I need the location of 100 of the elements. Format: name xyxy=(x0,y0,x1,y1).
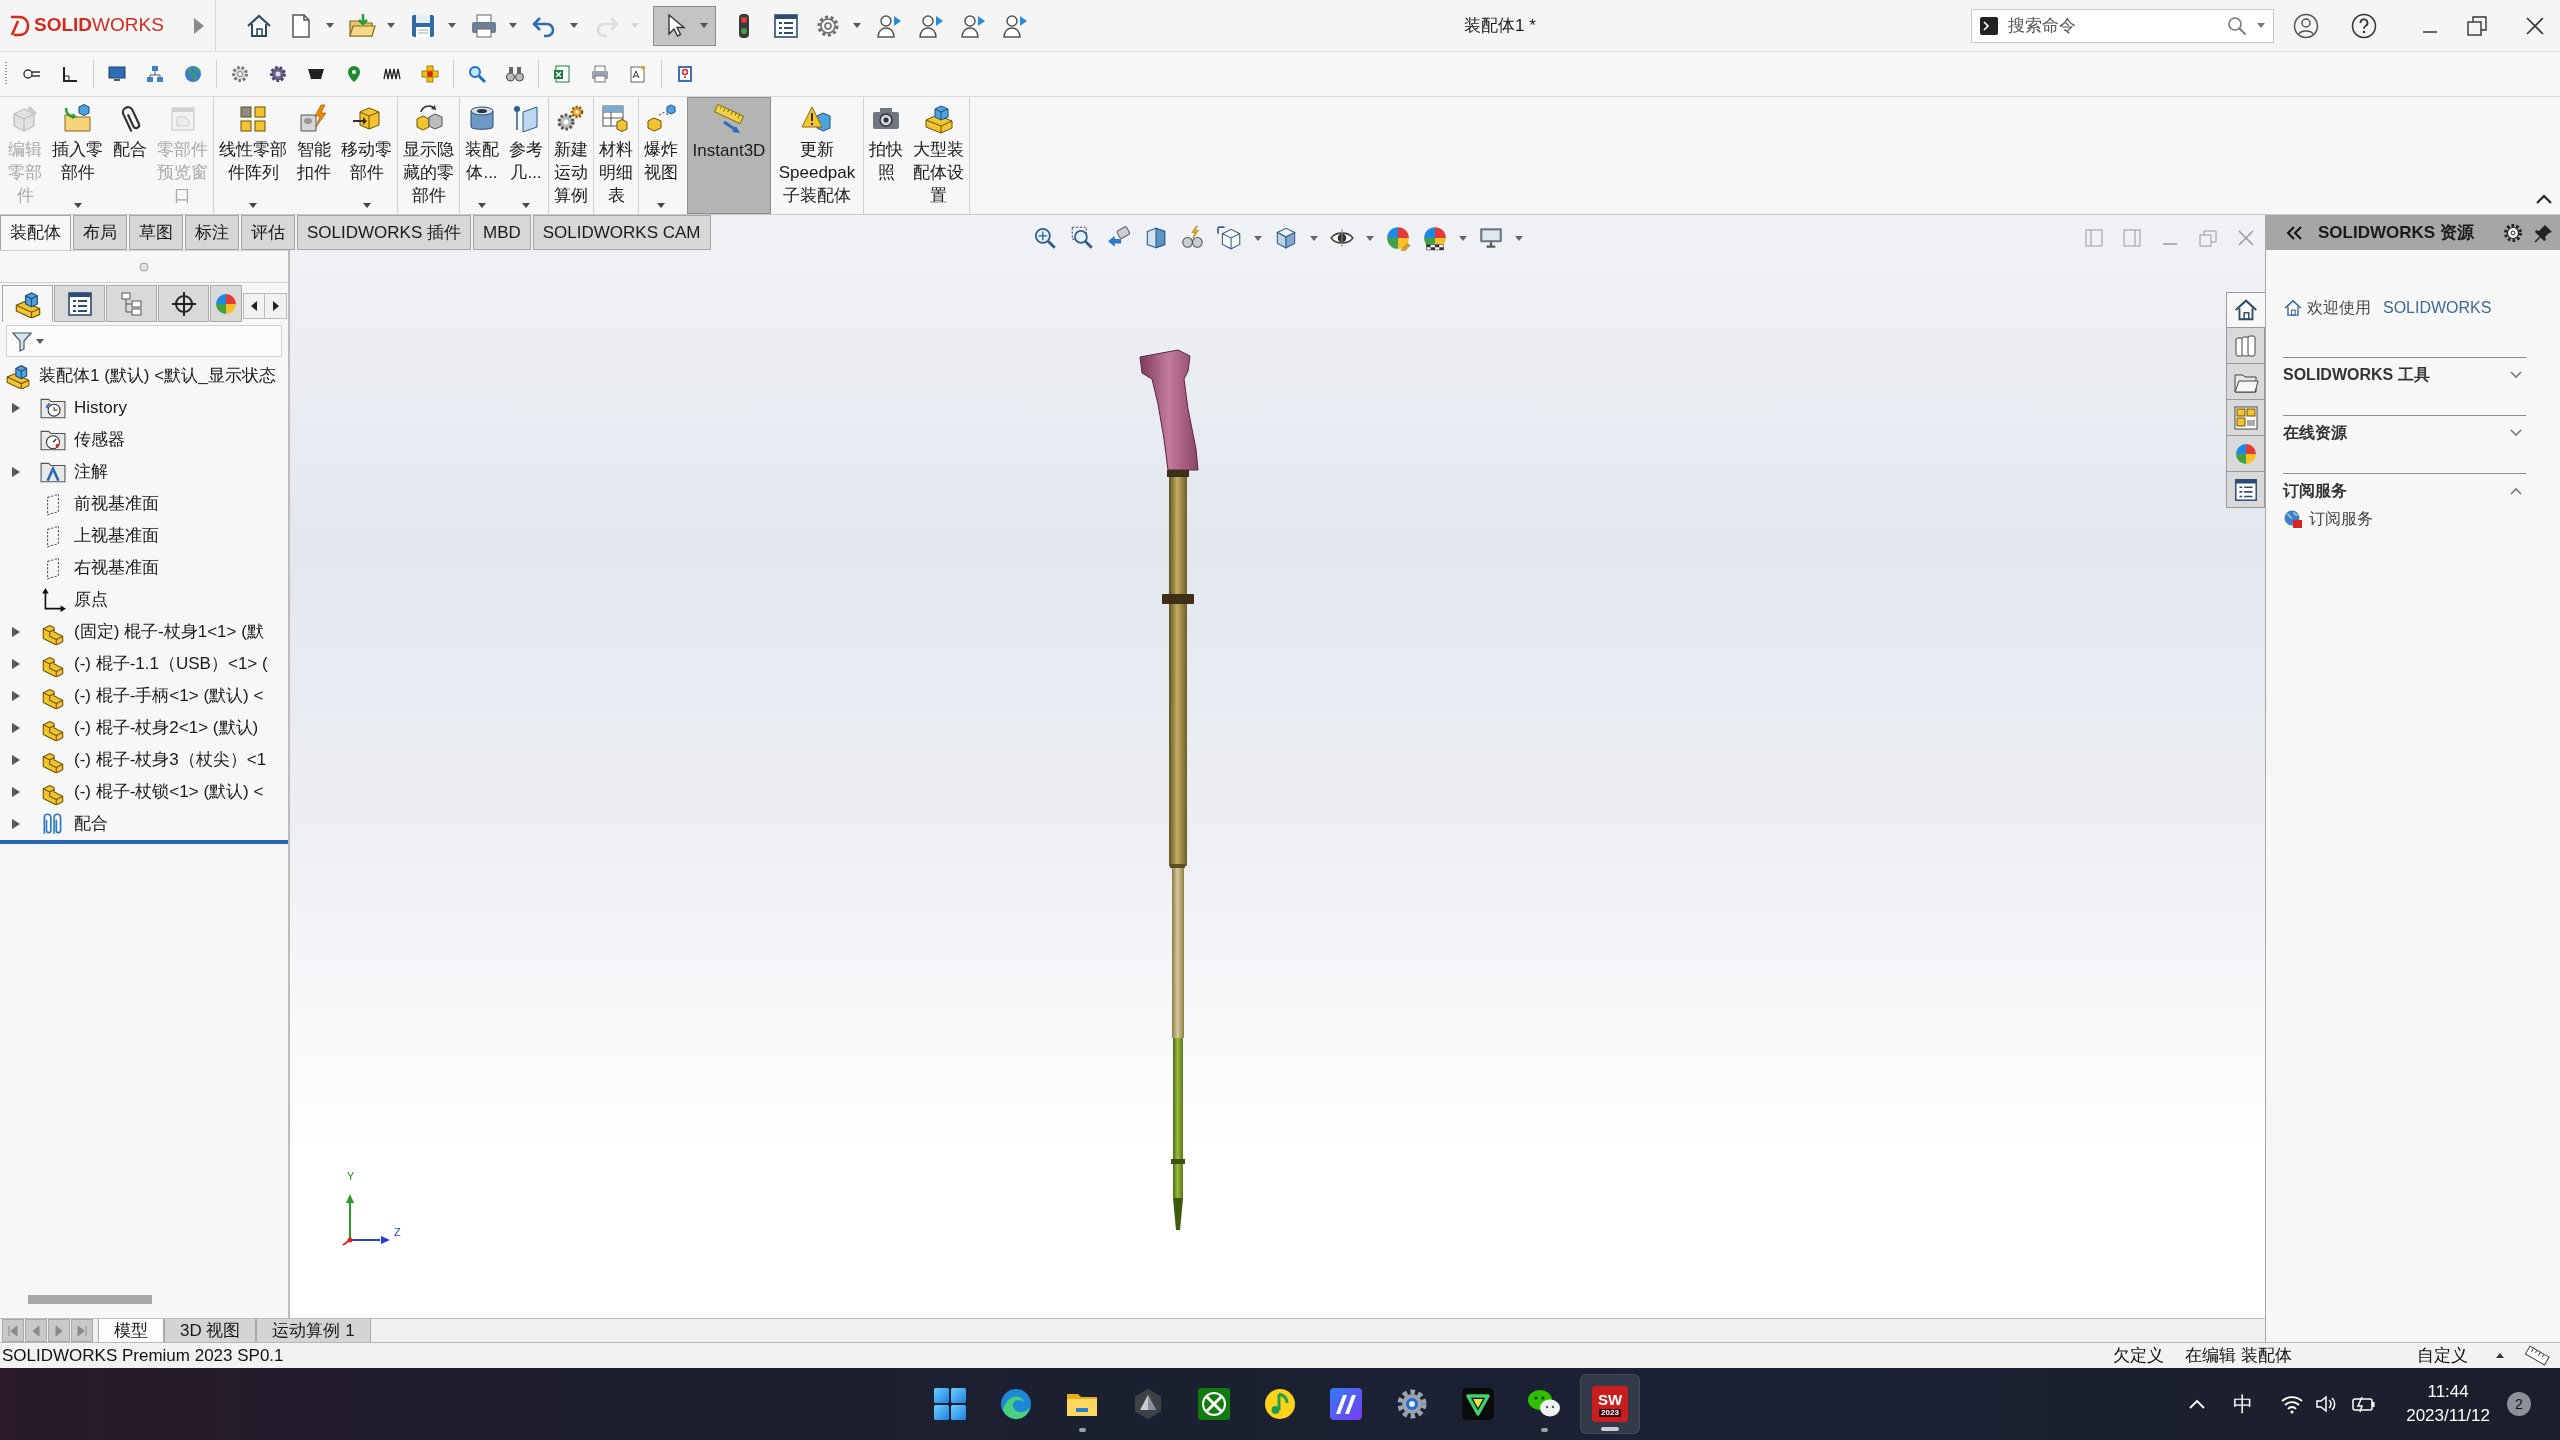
tree-item[interactable]: 上视基准面 xyxy=(40,523,159,549)
sheet-tab[interactable]: 运动算例 1 xyxy=(256,1319,371,1342)
smart-fasteners-button[interactable]: 智能扣件 xyxy=(292,97,336,214)
caret-icon[interactable] xyxy=(2496,1353,2504,1358)
update-speedpak-button[interactable]: 更新Speedpak子装配体 xyxy=(771,97,863,214)
expand-arrow-icon[interactable] xyxy=(12,403,20,413)
command-tab[interactable]: SOLIDWORKS 插件 xyxy=(297,215,471,250)
caret-icon[interactable] xyxy=(1254,235,1262,241)
collapse-handle-icon[interactable] xyxy=(139,261,149,272)
command-tab[interactable]: 评估 xyxy=(241,215,295,250)
tree-item[interactable]: 配合 xyxy=(40,811,108,837)
text-document-icon[interactable] xyxy=(628,64,648,84)
expand-arrow-icon[interactable] xyxy=(12,787,20,797)
insert-component-button[interactable]: 插入零部件 xyxy=(47,97,108,214)
linear-pattern-button[interactable]: 线性零部件阵列 xyxy=(214,97,292,214)
notification-badge[interactable]: 2 xyxy=(2507,1392,2531,1416)
expand-arrow-icon[interactable] xyxy=(12,755,20,765)
cog-icon[interactable] xyxy=(268,64,288,84)
tree-item[interactable]: 传感器 xyxy=(40,427,125,453)
scroll-left-button[interactable] xyxy=(243,292,265,319)
pin-icon[interactable] xyxy=(2534,222,2554,243)
spreadsheet-icon[interactable] xyxy=(552,64,572,84)
expand-arrow-icon[interactable] xyxy=(12,691,20,701)
speaker-icon[interactable] xyxy=(2315,1394,2338,1414)
double-chevron-left-icon[interactable] xyxy=(2286,225,2302,240)
command-tab[interactable]: 装配体 xyxy=(0,215,71,250)
book-icon[interactable] xyxy=(675,64,695,84)
tile-left-icon[interactable] xyxy=(2085,229,2103,247)
mate-button[interactable]: 配合 xyxy=(108,97,152,214)
printer-icon[interactable] xyxy=(590,64,610,84)
task-pane-tab[interactable] xyxy=(2226,364,2265,400)
sheet-tab[interactable]: 3D 视图 xyxy=(164,1319,257,1342)
tree-item[interactable]: (-) 棍子-手柄<1> (默认) < xyxy=(40,683,264,709)
input-method-indicator[interactable]: 中 xyxy=(2233,1389,2254,1419)
magnifier-box-icon[interactable] xyxy=(1069,225,1095,251)
caret-icon[interactable] xyxy=(1515,235,1523,241)
search-field[interactable]: 搜索命令 xyxy=(1971,8,2274,43)
bom-button[interactable]: 材料明细表 xyxy=(594,97,638,214)
clock-time[interactable]: 11:44 xyxy=(2427,1380,2469,1404)
battery-icon[interactable] xyxy=(2352,1395,2377,1413)
tree-item[interactable]: 原点 xyxy=(40,587,108,613)
select-button[interactable] xyxy=(653,5,716,46)
expand-arrow-icon[interactable] xyxy=(12,819,20,829)
tree-item[interactable]: 右视基准面 xyxy=(40,555,159,581)
tree-item[interactable]: (-) 棍子-1.1（USB）<1> ( xyxy=(40,651,268,677)
panel-tab[interactable] xyxy=(54,285,105,322)
tree-item[interactable]: (固定) 棍子-杖身1<1> (默 xyxy=(40,619,264,645)
menu-arrow-icon[interactable] xyxy=(193,16,205,35)
expand-arrow-icon[interactable] xyxy=(12,627,20,637)
section-title[interactable]: 订阅服务 xyxy=(2283,479,2347,503)
command-tab[interactable]: MBD xyxy=(472,215,531,250)
magnifier-crosshair-icon[interactable] xyxy=(1032,225,1058,251)
large-assembly-settings-button[interactable]: 大型装配体设置 xyxy=(908,97,969,214)
chevron-down-icon[interactable] xyxy=(2510,371,2522,379)
binoculars-icon[interactable] xyxy=(505,64,525,84)
chevron-down-icon[interactable] xyxy=(2510,429,2522,437)
user-icon[interactable] xyxy=(2293,12,2319,39)
shaded-cube-icon[interactable] xyxy=(1273,225,1299,251)
instant3d-button[interactable]: Instant3D xyxy=(687,97,771,214)
section-title[interactable]: SOLIDWORKS 工具 xyxy=(2283,363,2430,387)
command-tab[interactable]: 布局 xyxy=(73,215,127,250)
binoculars-bolt-icon[interactable] xyxy=(1180,225,1206,251)
search-icon[interactable] xyxy=(2227,15,2247,36)
clock-date[interactable]: 2023/11/12 xyxy=(2406,1404,2490,1428)
caret-icon[interactable] xyxy=(1310,235,1318,241)
restore-icon[interactable] xyxy=(2467,15,2487,36)
search-input[interactable]: 搜索命令 xyxy=(2008,9,2217,42)
filter-field[interactable] xyxy=(6,325,282,357)
caret-icon[interactable] xyxy=(1459,235,1467,241)
scrollbar-thumb[interactable] xyxy=(28,1295,152,1304)
units-selector[interactable]: 自定义 xyxy=(2417,1342,2468,1369)
expand-arrow-icon[interactable] xyxy=(12,659,20,669)
panel-tab[interactable] xyxy=(2,285,53,322)
tree-item[interactable]: (-) 棍子-杖锁<1> (默认) < xyxy=(40,779,264,805)
section-title[interactable]: 在线资源 xyxy=(2283,421,2347,445)
tree-item[interactable]: 前视基准面 xyxy=(40,491,159,517)
move-component-button[interactable]: 移动零部件 xyxy=(336,97,397,214)
exploded-view-button[interactable]: 爆炸视图 xyxy=(639,97,683,214)
command-tab[interactable]: SOLIDWORKS CAM xyxy=(532,215,711,250)
task-pane-tab[interactable] xyxy=(2226,472,2265,508)
tree-item[interactable]: History xyxy=(40,395,127,421)
expand-arrow-icon[interactable] xyxy=(12,723,20,733)
network-icon[interactable] xyxy=(145,64,165,84)
show-hidden-button[interactable]: 显示隐藏的零部件 xyxy=(398,97,459,214)
angle-icon[interactable] xyxy=(60,64,80,84)
tile-right-icon[interactable] xyxy=(2123,229,2141,247)
help-icon[interactable] xyxy=(2351,12,2377,39)
globe-icon[interactable] xyxy=(183,64,203,84)
cube-outline-icon[interactable] xyxy=(1217,225,1243,251)
caret-icon[interactable] xyxy=(1366,235,1374,241)
snapshot-button[interactable]: 拍快照 xyxy=(864,97,908,214)
assembly-features-button[interactable]: 装配体... xyxy=(460,97,504,214)
wifi-icon[interactable] xyxy=(2280,1394,2305,1414)
gear-icon[interactable] xyxy=(230,64,250,84)
tree-item[interactable]: (-) 棍子-杖身2<1> (默认) xyxy=(40,715,259,741)
cross-icon[interactable] xyxy=(420,64,440,84)
sheet-tab[interactable]: 模型 xyxy=(98,1319,164,1342)
new-motion-study-button[interactable]: 新建运动算例 xyxy=(549,97,593,214)
search-icon[interactable] xyxy=(467,64,487,84)
tree-item[interactable]: 装配体1 (默认) <默认_显示状态 xyxy=(5,363,276,389)
